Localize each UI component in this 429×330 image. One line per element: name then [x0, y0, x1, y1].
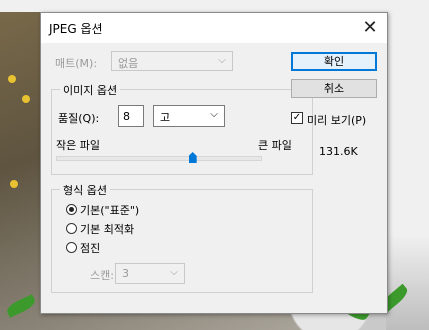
scan-label: 스캔: — [90, 269, 114, 282]
matte-value: 없음 — [118, 57, 139, 70]
berry-decoration — [8, 75, 16, 83]
background-panel — [386, 12, 429, 330]
quality-preset-select[interactable]: 고 ⌵ — [153, 105, 225, 127]
berry-decoration — [22, 95, 30, 103]
format-options-title: 형식 옵션 — [60, 182, 110, 198]
background-strip — [0, 0, 429, 12]
berry-decoration — [10, 180, 18, 188]
quality-slider-track[interactable] — [56, 156, 262, 161]
chevron-down-icon: ⌵ — [218, 55, 226, 66]
quality-value: 8 — [123, 110, 130, 123]
quality-input[interactable]: 8 — [118, 105, 144, 127]
preview-label: 미리 보기(P) — [307, 114, 367, 127]
quality-label: 품질(Q): — [58, 112, 100, 125]
image-options-group: 이미지 옵션 품질(Q): 8 고 ⌵ 작은 파일 큰 파일 — [51, 82, 313, 175]
quality-preset-value: 고 — [160, 111, 171, 124]
file-size: 131.6K — [319, 145, 358, 158]
scan-value: 3 — [122, 267, 129, 280]
chevron-down-icon: ⌵ — [210, 109, 218, 120]
jpeg-options-dialog: JPEG 옵션 ✕ 매트(M): 없음 ⌵ 이미지 옵션 품질(Q): 8 고 … — [40, 12, 388, 314]
cancel-button[interactable]: 취소 — [291, 79, 377, 98]
title-bar: JPEG 옵션 ✕ — [41, 13, 387, 43]
format-progressive-label: 점진 — [80, 242, 101, 255]
format-progressive-radio[interactable] — [66, 242, 77, 253]
scan-select[interactable]: 3 ⌵ — [115, 263, 185, 284]
matte-select[interactable]: 없음 ⌵ — [111, 51, 233, 71]
matte-label: 매트(M): — [55, 57, 98, 70]
close-icon[interactable]: ✕ — [359, 17, 381, 39]
format-optimized-radio[interactable] — [66, 223, 77, 234]
format-optimized-label: 기본 최적화 — [80, 223, 135, 236]
preview-checkbox[interactable]: ✓ — [291, 112, 303, 124]
chevron-down-icon: ⌵ — [170, 267, 178, 278]
image-options-title: 이미지 옵션 — [60, 82, 121, 98]
format-baseline-label: 기본("표준") — [80, 204, 140, 217]
large-file-label: 큰 파일 — [258, 139, 292, 152]
ok-button[interactable]: 확인 — [291, 52, 377, 71]
small-file-label: 작은 파일 — [56, 139, 100, 152]
format-baseline-radio[interactable] — [66, 204, 77, 215]
dialog-title: JPEG 옵션 — [49, 22, 103, 36]
quality-slider-thumb[interactable] — [188, 152, 197, 163]
format-options-group: 형식 옵션 기본("표준") 기본 최적화 점진 스캔: 3 ⌵ — [51, 182, 313, 293]
